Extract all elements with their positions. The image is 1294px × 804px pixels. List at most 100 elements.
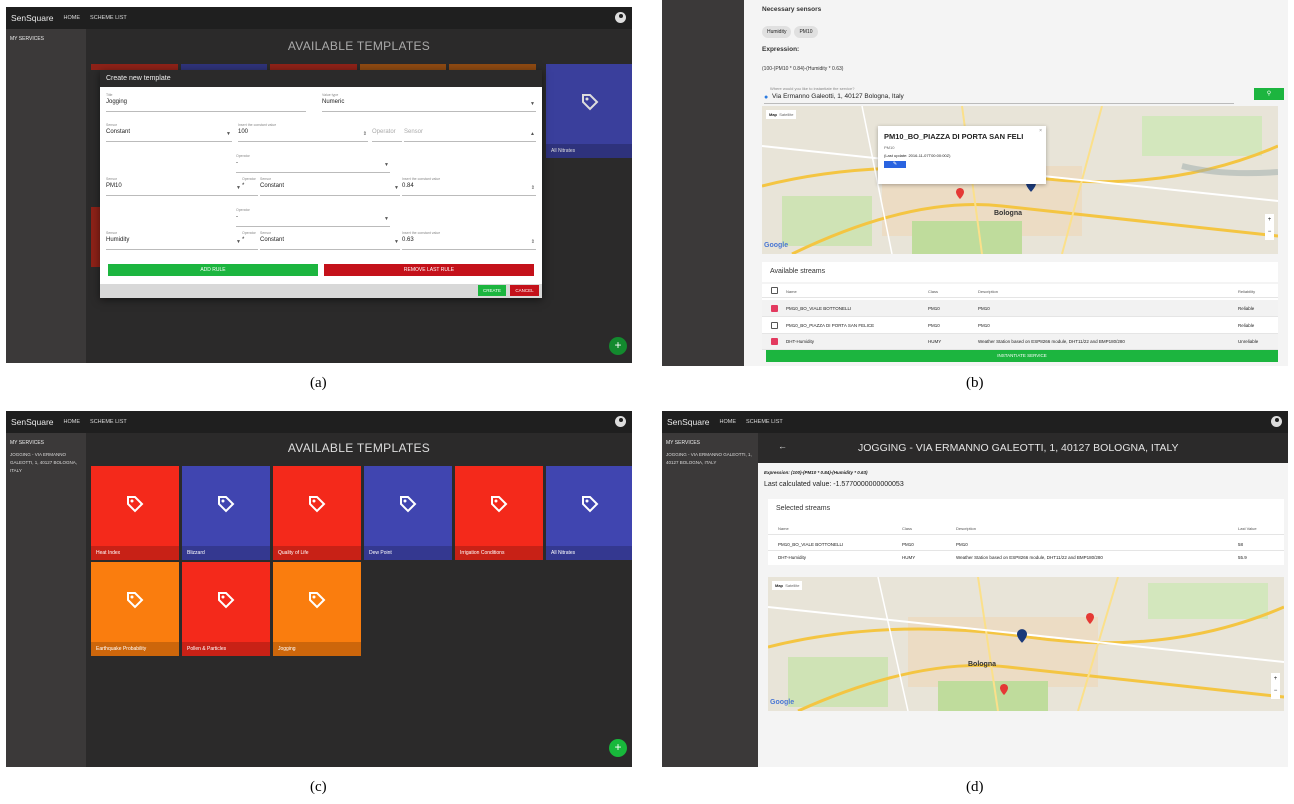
map-pin-icon[interactable] bbox=[956, 188, 964, 199]
row-checkbox[interactable] bbox=[771, 322, 778, 329]
user-icon[interactable] bbox=[1271, 416, 1282, 427]
user-icon[interactable] bbox=[615, 416, 626, 427]
template-tile[interactable]: Earthquake Probability bbox=[91, 562, 179, 656]
nav-home[interactable]: HOME bbox=[64, 15, 81, 21]
map-tab-map[interactable]: Map bbox=[775, 583, 783, 588]
map[interactable]: Map Satellite Bologna Google + − bbox=[768, 577, 1284, 711]
search-button[interactable]: ⚲ bbox=[1254, 88, 1284, 100]
close-icon[interactable]: × bbox=[1039, 128, 1042, 134]
zoom-out-icon[interactable]: − bbox=[1271, 685, 1280, 697]
sensor1b-select[interactable]: Sensor ▲ bbox=[404, 129, 536, 142]
edit-button[interactable]: ✎ bbox=[884, 161, 906, 168]
sidebar bbox=[662, 0, 744, 366]
operator3-value: * bbox=[242, 237, 245, 243]
sensor3b-value: Constant bbox=[260, 237, 285, 243]
zoom-controls[interactable]: + − bbox=[1271, 673, 1280, 699]
template-tile[interactable]: Quality of Life bbox=[273, 466, 361, 560]
operator-placeholder: Operator bbox=[372, 129, 396, 135]
row-checkbox[interactable] bbox=[771, 305, 778, 312]
zoom-out-icon[interactable]: − bbox=[1265, 226, 1274, 238]
constant2-input[interactable]: Insert the constant value 0.84 ⇕ bbox=[402, 177, 536, 196]
table-header: Name Class Description Last Value bbox=[768, 521, 1284, 535]
zoom-in-icon[interactable]: + bbox=[1271, 673, 1280, 685]
operator3-select[interactable]: Operator * bbox=[242, 231, 258, 250]
table-row[interactable]: DHT-Humidity HUMY Weather Station based … bbox=[768, 551, 1284, 565]
chip-humidity: Humidity bbox=[762, 26, 792, 38]
col-name: Name bbox=[778, 526, 789, 531]
remove-rule-button[interactable]: REMOVE LAST RULE bbox=[324, 264, 534, 276]
template-tile[interactable]: Irrigation Conditions bbox=[455, 466, 543, 560]
map-tab-satellite[interactable]: Satellite bbox=[785, 583, 799, 588]
template-tile[interactable]: All Nitrates bbox=[546, 466, 632, 560]
map[interactable]: Map Satellite Bologna Google + − × PM10_B… bbox=[762, 106, 1278, 254]
add-fab[interactable]: + bbox=[609, 337, 627, 355]
operator-select-2[interactable]: Operator - ▼ bbox=[236, 208, 390, 227]
map-pin-icon[interactable] bbox=[1086, 613, 1094, 624]
table-row[interactable]: PM10_BO_VIALE BOTTONELLI PM10 PM10 58 bbox=[768, 537, 1284, 551]
instantiate-service-button[interactable]: INSTANTIATE SERVICE bbox=[766, 350, 1278, 362]
tag-icon bbox=[309, 496, 326, 513]
title-input[interactable]: Title Jogging bbox=[106, 93, 306, 112]
map-tab-map[interactable]: Map bbox=[769, 112, 777, 117]
panel-c: SenSquare HOME SCHEME LIST MY SERVICES J… bbox=[6, 411, 632, 767]
nav-scheme-list[interactable]: SCHEME LIST bbox=[90, 419, 127, 425]
sidebar-item-jogging[interactable]: JOGGING - VIA ERMANNO GALEOTTI, 1, 40127… bbox=[10, 451, 82, 475]
sidebar-item-jogging[interactable]: JOGGING - VIA ERMANNO GALEOTTI, 1, 40127… bbox=[666, 451, 754, 467]
sensor-chips: Humidity PM10 bbox=[762, 20, 821, 38]
constant1-input[interactable]: Insert the constant value 100 ⇕ bbox=[238, 123, 368, 142]
sidebar-title: MY SERVICES bbox=[10, 440, 44, 446]
caption-a: (a) bbox=[310, 375, 327, 391]
sensor2-select[interactable]: Sensor PM10 ▼ bbox=[106, 177, 242, 196]
row-checkbox[interactable] bbox=[771, 338, 778, 345]
add-fab[interactable]: + bbox=[609, 739, 627, 757]
sensor3b-select[interactable]: Sensor Constant ▼ bbox=[260, 231, 400, 250]
constant3-input[interactable]: Insert the constant value 0.63 ⇕ bbox=[402, 231, 536, 250]
row-reliability: Reliable bbox=[1238, 323, 1255, 328]
brand[interactable]: SenSquare bbox=[11, 13, 54, 23]
back-arrow-icon[interactable]: ← bbox=[778, 441, 787, 451]
nav-home[interactable]: HOME bbox=[720, 419, 737, 425]
nav-home[interactable]: HOME bbox=[64, 419, 81, 425]
sensor2b-select[interactable]: Sensor Constant ▼ bbox=[260, 177, 400, 196]
zoom-in-icon[interactable]: + bbox=[1265, 214, 1274, 226]
tile-label: Pollen & Particles bbox=[182, 642, 270, 656]
cancel-button[interactable]: CANCEL bbox=[510, 285, 539, 296]
table-row[interactable]: PM10_BO_PIAZZA DI PORTA SAN FELICE PM10 … bbox=[762, 317, 1278, 334]
nav-scheme-list[interactable]: SCHEME LIST bbox=[90, 15, 127, 21]
location-input[interactable]: ● Via Ermanno Galeotti, 1, 40127 Bologna… bbox=[764, 93, 1234, 104]
brand[interactable]: SenSquare bbox=[11, 417, 54, 427]
content: Necessary sensors Humidity PM10 Expressio… bbox=[744, 0, 1288, 366]
value-type-select[interactable]: Value type Numeric ▼ bbox=[322, 93, 536, 112]
sensor1-select[interactable]: Sensor Constant ▼ bbox=[106, 123, 232, 142]
nav-scheme-list[interactable]: SCHEME LIST bbox=[746, 419, 783, 425]
table-row[interactable]: DHT-Humidity HUMY Weather Station based … bbox=[762, 334, 1278, 350]
table-row[interactable]: PM10_BO_VIALE BOTTONELLI PM10 PM10 Relia… bbox=[762, 300, 1278, 317]
template-tile[interactable]: Jogging bbox=[273, 562, 361, 656]
operator-select-1[interactable]: Operator - ▼ bbox=[236, 154, 390, 173]
map-type-toggle[interactable]: Map Satellite bbox=[772, 581, 803, 590]
map-pin-selected-icon[interactable] bbox=[1017, 629, 1027, 643]
bg-tile-all-nitrates[interactable]: All Nitrates bbox=[546, 64, 632, 158]
brand[interactable]: SenSquare bbox=[667, 417, 710, 427]
map-tab-satellite[interactable]: Satellite bbox=[779, 112, 793, 117]
map-pin-icon[interactable] bbox=[1000, 684, 1008, 695]
user-icon[interactable] bbox=[615, 12, 626, 23]
operator2-select[interactable]: Operator * bbox=[242, 177, 258, 196]
create-button[interactable]: CREATE bbox=[478, 285, 506, 296]
row-desc: PM10 bbox=[956, 542, 968, 547]
sensor3-select[interactable]: Sensor Humidity ▼ bbox=[106, 231, 242, 250]
sensor-placeholder: Sensor bbox=[404, 129, 424, 135]
sensor-label: Sensor bbox=[106, 123, 118, 127]
tile-label: Heat Index bbox=[91, 546, 179, 560]
map-type-toggle[interactable]: Map Satellite bbox=[766, 110, 797, 119]
operator1-select[interactable]: Operator bbox=[372, 129, 402, 142]
template-tile[interactable]: Pollen & Particles bbox=[182, 562, 270, 656]
template-tile[interactable]: Heat Index bbox=[91, 466, 179, 560]
sensor-label: Sensor bbox=[260, 231, 272, 235]
template-tile[interactable]: Blizzard bbox=[182, 466, 270, 560]
select-all-checkbox[interactable] bbox=[771, 287, 778, 294]
add-rule-button[interactable]: ADD RULE bbox=[108, 264, 318, 276]
zoom-controls[interactable]: + − bbox=[1265, 214, 1274, 240]
template-tile[interactable]: Dew Point bbox=[364, 466, 452, 560]
operator-value: - bbox=[236, 214, 238, 220]
